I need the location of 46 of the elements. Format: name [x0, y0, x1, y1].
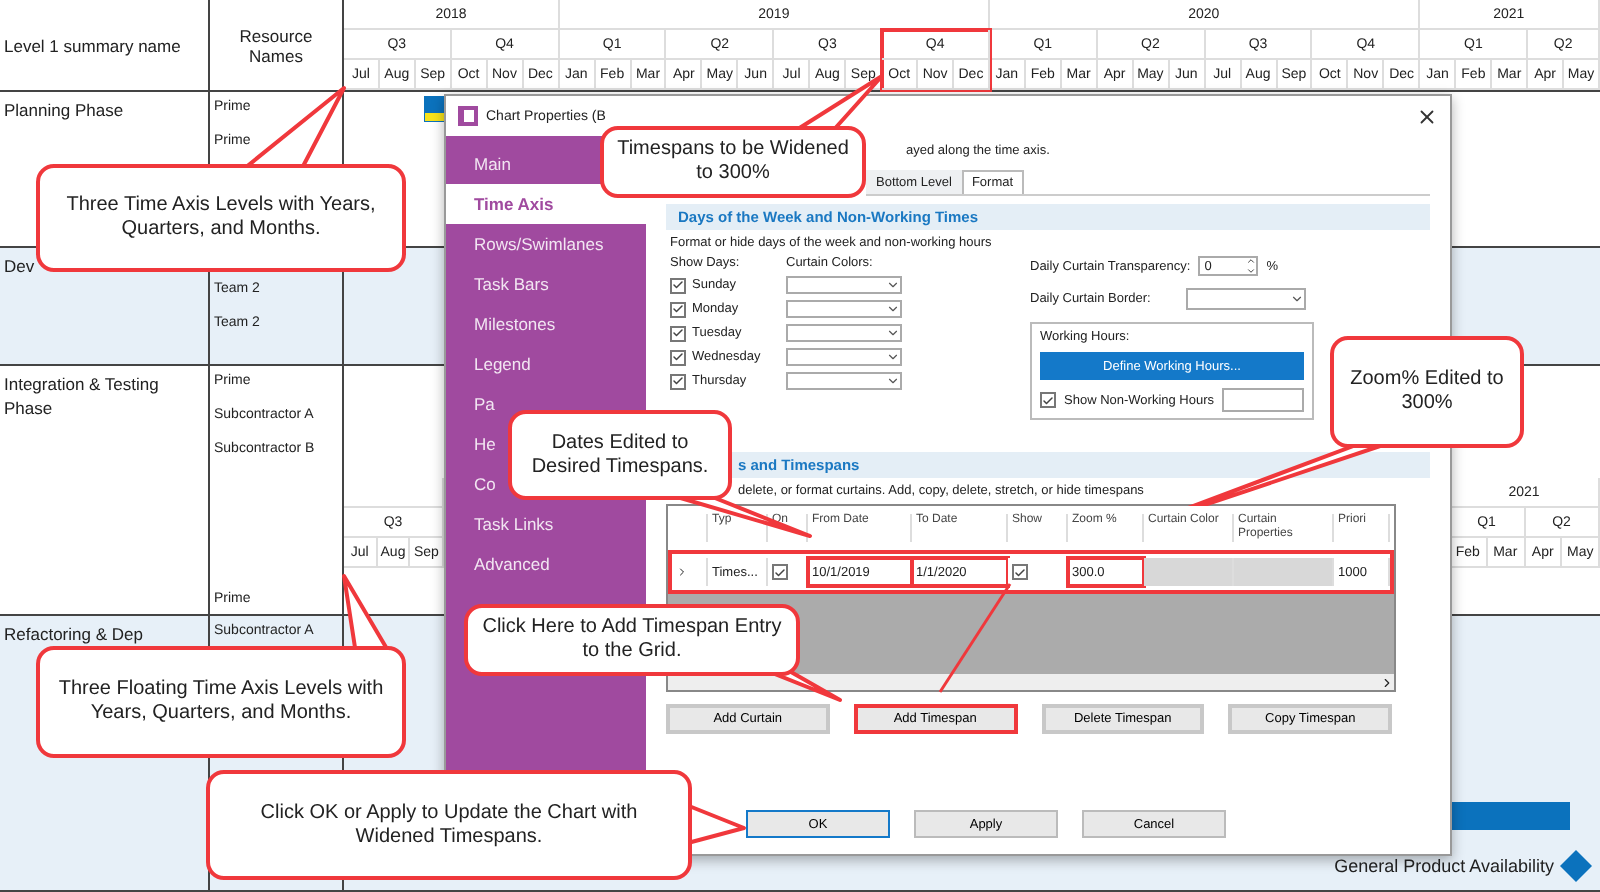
color-dropdown[interactable]: [786, 276, 902, 294]
caret-icon: [1290, 292, 1305, 306]
color-dropdown[interactable]: [786, 324, 902, 342]
checkbox[interactable]: [670, 301, 686, 317]
spinner-icon[interactable]: [1246, 256, 1257, 276]
diamond-milestone-icon: [1560, 850, 1592, 882]
check-icon: [774, 565, 786, 579]
color-dropdown[interactable]: [786, 300, 902, 318]
sidebar-item[interactable]: Milestones: [446, 304, 564, 344]
callout: Zoom% Edited to 300%: [1330, 336, 1524, 448]
sidebar-item[interactable]: He: [446, 424, 504, 464]
column-header: Level 1 summary name: [0, 0, 210, 90]
checkbox[interactable]: [1040, 392, 1056, 408]
sidebar-item[interactable]: Task Links: [446, 504, 562, 544]
sidebar-item[interactable]: Advanced: [446, 544, 558, 584]
sidebar-item[interactable]: Time Axis: [446, 184, 646, 224]
color-dropdown[interactable]: [786, 348, 902, 366]
color-dropdown[interactable]: [786, 372, 902, 390]
callout: Click OK or Apply to Update the Chart with Widened Timespans.: [206, 770, 692, 880]
phase-name: Integration & Testing Phase: [4, 372, 161, 420]
phase-name: Refactoring & Dep: [4, 622, 145, 646]
sidebar-item[interactable]: Co: [446, 464, 504, 504]
check-icon: [1042, 393, 1054, 407]
checkbox[interactable]: [670, 373, 686, 389]
grid-cell[interactable]: [1144, 558, 1234, 586]
check-icon: [1014, 565, 1026, 579]
sidebar-item[interactable]: Pa: [446, 384, 503, 424]
sidebar-item[interactable]: Task Bars: [446, 264, 557, 304]
row-pointer-icon: [676, 566, 688, 578]
phase-name: Dev: [4, 254, 37, 278]
sidebar-item[interactable]: Main: [446, 144, 519, 184]
milestone-label: General Product Availability: [1334, 856, 1554, 876]
close-icon[interactable]: [1416, 105, 1438, 127]
checkbox[interactable]: [670, 325, 686, 341]
callout: Three Floating Time Axis Levels with Years, Quarters, and Months.: [36, 646, 406, 758]
sidebar-item[interactable]: Rows/Swimlanes: [446, 224, 612, 264]
checkbox[interactable]: [670, 277, 686, 293]
grid-cell[interactable]: [1234, 558, 1334, 586]
checkbox[interactable]: [670, 349, 686, 365]
app-icon: [458, 106, 478, 126]
sidebar-item[interactable]: Legend: [446, 344, 539, 384]
task-bar: [1450, 802, 1570, 830]
input-field[interactable]: [1222, 388, 1304, 412]
checkbox[interactable]: [772, 564, 788, 580]
checkbox[interactable]: [1012, 564, 1028, 580]
phase-name: Planning Phase: [4, 98, 126, 122]
